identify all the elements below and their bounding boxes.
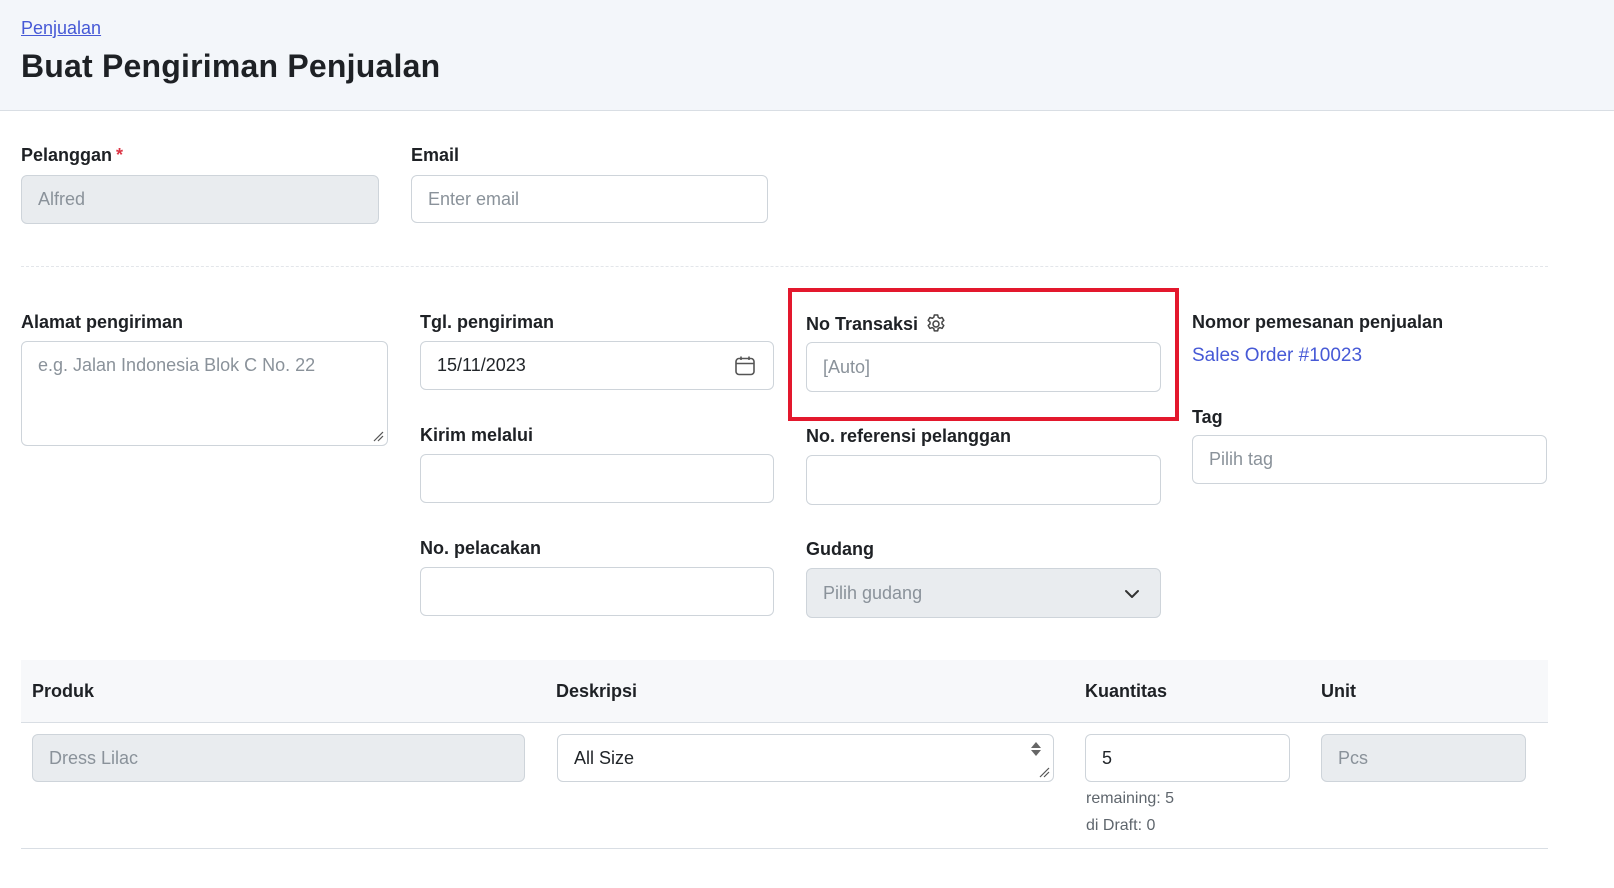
quantity-value: 5 xyxy=(1102,747,1113,768)
customer-ref-label: No. referensi pelanggan xyxy=(806,426,1012,446)
customer-ref-field[interactable] xyxy=(806,455,1161,505)
shipping-date-field[interactable]: 15/11/2023 xyxy=(420,341,774,390)
quantity-field[interactable]: 5 xyxy=(1085,734,1290,782)
tracking-no-label: No. pelacakan xyxy=(420,538,542,558)
unit-value: Pcs xyxy=(1338,747,1369,768)
customer-field[interactable]: Alfred xyxy=(21,175,379,224)
ship-via-label: Kirim melalui xyxy=(420,425,534,445)
customer-value: Alfred xyxy=(38,189,86,209)
column-header-produk: Produk xyxy=(32,681,95,701)
shipping-address-placeholder: e.g. Jalan Indonesia Blok C No. 22 xyxy=(38,355,316,375)
ship-via-field[interactable] xyxy=(420,454,774,503)
gear-icon[interactable] xyxy=(924,312,948,336)
shipping-date-label: Tgl. pengiriman xyxy=(420,312,555,332)
customer-label: Pelanggan * xyxy=(21,145,123,166)
sales-order-label: Nomor pemesanan penjualan xyxy=(1192,312,1444,332)
email-field[interactable]: Enter email xyxy=(411,175,768,223)
resize-handle-icon[interactable] xyxy=(1038,766,1050,778)
unit-field[interactable]: Pcs xyxy=(1321,734,1526,782)
shipping-address-label: Alamat pengiriman xyxy=(21,312,184,332)
warehouse-placeholder: Pilih gudang xyxy=(823,582,923,603)
product-table-header: Produk Deskripsi Kuantitas Unit xyxy=(21,660,1548,723)
product-value: Dress Lilac xyxy=(49,747,139,768)
column-header-kuantitas: Kuantitas xyxy=(1085,681,1168,701)
transaction-no-label: No Transaksi xyxy=(806,312,948,336)
remaining-text: remaining: 5 xyxy=(1086,790,1175,807)
row-divider xyxy=(21,848,1548,849)
breadcrumb-penjualan[interactable]: Penjualan xyxy=(21,18,101,39)
warehouse-select[interactable]: Pilih gudang xyxy=(806,568,1161,618)
email-label: Email xyxy=(411,145,460,165)
description-value: All Size xyxy=(574,747,635,768)
sales-order-link[interactable]: Sales Order #10023 xyxy=(1192,345,1362,367)
tag-select[interactable]: Pilih tag xyxy=(1192,435,1547,484)
chevron-down-icon xyxy=(1122,584,1142,604)
tag-label: Tag xyxy=(1192,407,1223,427)
calendar-icon[interactable] xyxy=(733,354,757,378)
column-header-unit: Unit xyxy=(1321,681,1356,701)
tag-placeholder: Pilih tag xyxy=(1209,449,1274,469)
description-textarea[interactable]: All Size xyxy=(557,734,1054,782)
transaction-no-field[interactable]: [Auto] xyxy=(806,342,1161,392)
spinner-arrows-icon[interactable] xyxy=(1029,738,1043,760)
draft-text: di Draft: 0 xyxy=(1086,817,1156,834)
transaction-no-placeholder: [Auto] xyxy=(823,356,871,377)
warehouse-label: Gudang xyxy=(806,539,874,559)
product-field[interactable]: Dress Lilac xyxy=(32,734,525,782)
transaction-no-label-text: No Transaksi xyxy=(806,313,919,334)
tracking-no-field[interactable] xyxy=(420,567,774,616)
page-header: Penjualan Buat Pengiriman Penjualan xyxy=(0,0,1614,111)
column-header-deskripsi: Deskripsi xyxy=(556,681,638,701)
shipping-address-textarea[interactable]: e.g. Jalan Indonesia Blok C No. 22 xyxy=(21,341,388,446)
email-placeholder: Enter email xyxy=(428,188,520,209)
customer-label-text: Pelanggan xyxy=(21,145,113,165)
resize-handle-icon[interactable] xyxy=(372,430,384,442)
section-divider xyxy=(21,266,1548,267)
shipping-date-value: 15/11/2023 xyxy=(437,355,526,375)
required-mark: * xyxy=(116,145,124,165)
page-title: Buat Pengiriman Penjualan xyxy=(21,48,441,84)
